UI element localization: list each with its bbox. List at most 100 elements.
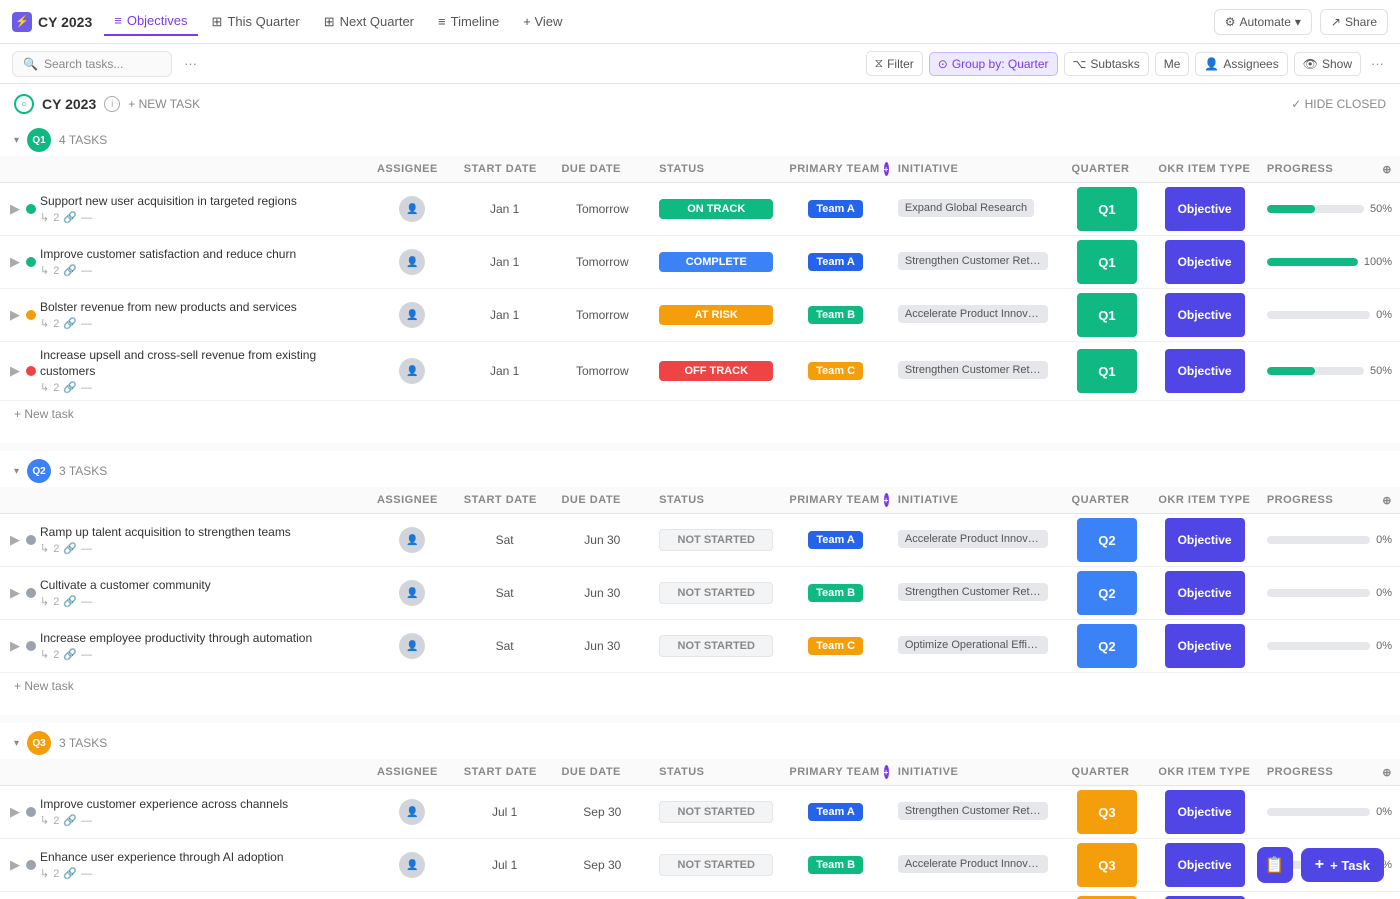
q1-add-task[interactable]: + New task: [0, 401, 1400, 427]
avatar[interactable]: 👤: [399, 580, 425, 606]
task-expand-icon[interactable]: ▶: [8, 639, 22, 653]
team-cell[interactable]: Team C: [781, 892, 890, 899]
team-cell[interactable]: Team A: [781, 786, 890, 839]
task-name[interactable]: Support new user acquisition in targeted…: [40, 194, 297, 210]
tab-timeline[interactable]: ≡ Timeline: [428, 8, 509, 35]
initiative-cell[interactable]: Accelerate Product Innovation: [890, 839, 1064, 892]
status-cell[interactable]: NOT STARTED: [651, 514, 781, 567]
start-date-cell[interactable]: Sat: [456, 567, 554, 620]
q2-add-task[interactable]: + New task: [0, 673, 1400, 699]
status-cell[interactable]: ON TRACK: [651, 183, 781, 236]
q3-toggle[interactable]: ▾: [14, 738, 19, 749]
toolbar-more-icon[interactable]: ···: [1367, 52, 1388, 75]
due-date-cell[interactable]: Jun 30: [553, 514, 651, 567]
avatar[interactable]: 👤: [399, 527, 425, 553]
add-column-icon[interactable]: ⊕: [1382, 163, 1392, 176]
task-name[interactable]: Ramp up talent acquisition to strengthen…: [40, 525, 291, 541]
initiative-cell[interactable]: Accelerate Product Innovation: [890, 514, 1064, 567]
link-icon[interactable]: 🔗: [63, 595, 77, 608]
assignee-cell[interactable]: 👤: [369, 892, 456, 899]
due-date-cell[interactable]: Tomorrow: [553, 342, 651, 401]
assignee-cell[interactable]: 👤: [369, 236, 456, 289]
status-cell[interactable]: NOT STARTED: [651, 620, 781, 673]
initiative-cell[interactable]: Expand Global Research: [890, 892, 1064, 899]
add-column-icon-q3[interactable]: ⊕: [1382, 766, 1392, 779]
link-icon[interactable]: 🔗: [63, 381, 77, 394]
assignee-cell[interactable]: 👤: [369, 839, 456, 892]
due-date-cell[interactable]: Sep 30: [553, 892, 651, 899]
start-date-cell[interactable]: Jul 1: [456, 839, 554, 892]
avatar[interactable]: 👤: [399, 633, 425, 659]
status-cell[interactable]: AT RISK: [651, 289, 781, 342]
initiative-cell[interactable]: Optimize Operational Efficien...: [890, 620, 1064, 673]
team-cell[interactable]: Team A: [781, 514, 890, 567]
assignee-cell[interactable]: 👤: [369, 620, 456, 673]
avatar[interactable]: 👤: [399, 249, 425, 275]
start-date-cell[interactable]: Jul 1: [456, 786, 554, 839]
task-name[interactable]: Increase employee productivity through a…: [40, 631, 312, 647]
initiative-cell[interactable]: Strengthen Customer Retenti...: [890, 236, 1064, 289]
group-by-button[interactable]: ⊙ Group by: Quarter: [929, 52, 1058, 76]
avatar[interactable]: 👤: [399, 302, 425, 328]
q1-toggle[interactable]: ▾: [14, 135, 19, 146]
initiative-cell[interactable]: Strengthen Customer Retenti...: [890, 342, 1064, 401]
new-task-button[interactable]: + NEW TASK: [128, 97, 200, 111]
assignee-cell[interactable]: 👤: [369, 514, 456, 567]
year-toggle-button[interactable]: ○: [14, 94, 34, 114]
assignee-cell[interactable]: 👤: [369, 567, 456, 620]
add-task-fab-button[interactable]: + + Task: [1301, 848, 1384, 882]
tab-next-quarter[interactable]: ⊞ Next Quarter: [314, 8, 424, 36]
filter-button[interactable]: ⧖ Filter: [866, 51, 923, 76]
team-cell[interactable]: Team C: [781, 342, 890, 401]
task-name[interactable]: Bolster revenue from new products and se…: [40, 300, 297, 316]
task-expand-icon[interactable]: ▶: [8, 533, 22, 547]
due-date-cell[interactable]: Jun 30: [553, 620, 651, 673]
avatar[interactable]: 👤: [399, 358, 425, 384]
link-icon[interactable]: 🔗: [63, 648, 77, 661]
share-button[interactable]: ↗ Share: [1320, 9, 1388, 35]
link-icon[interactable]: 🔗: [63, 264, 77, 277]
team-cell[interactable]: Team B: [781, 289, 890, 342]
start-date-cell[interactable]: Jan 1: [456, 342, 554, 401]
assignee-cell[interactable]: 👤: [369, 342, 456, 401]
status-cell[interactable]: NOT STARTED: [651, 786, 781, 839]
assignee-cell[interactable]: 👤: [369, 289, 456, 342]
task-name[interactable]: Improve customer experience across chann…: [40, 797, 288, 813]
task-expand-icon[interactable]: ▶: [8, 308, 22, 322]
team-cell[interactable]: Team A: [781, 236, 890, 289]
more-options-icon[interactable]: ···: [180, 52, 201, 75]
due-date-cell[interactable]: Tomorrow: [553, 183, 651, 236]
year-info-icon[interactable]: i: [104, 96, 120, 112]
me-button[interactable]: Me: [1155, 52, 1190, 76]
task-expand-icon[interactable]: ▶: [8, 805, 22, 819]
automate-button[interactable]: ⚙ Automate ▾: [1214, 9, 1312, 35]
due-date-cell[interactable]: Sep 30: [553, 786, 651, 839]
task-expand-icon[interactable]: ▶: [8, 364, 22, 378]
team-filter-dot[interactable]: +: [884, 162, 889, 176]
due-date-cell[interactable]: Sep 30: [553, 839, 651, 892]
task-name[interactable]: Enhance user experience through AI adopt…: [40, 850, 284, 866]
assignee-cell[interactable]: 👤: [369, 786, 456, 839]
tab-this-quarter[interactable]: ⊞ This Quarter: [202, 8, 310, 36]
assignees-button[interactable]: 👤 Assignees: [1195, 52, 1287, 76]
start-date-cell[interactable]: Sat: [456, 514, 554, 567]
team-filter-dot-q2[interactable]: +: [884, 493, 889, 507]
team-cell[interactable]: Team A: [781, 183, 890, 236]
status-cell[interactable]: NOT STARTED: [651, 892, 781, 899]
status-cell[interactable]: COMPLETE: [651, 236, 781, 289]
task-expand-icon[interactable]: ▶: [8, 586, 22, 600]
subtasks-button[interactable]: ⌥ Subtasks: [1064, 52, 1149, 76]
team-cell[interactable]: Team B: [781, 567, 890, 620]
q2-toggle[interactable]: ▾: [14, 466, 19, 477]
task-name[interactable]: Increase upsell and cross-sell revenue f…: [40, 348, 361, 379]
status-cell[interactable]: NOT STARTED: [651, 567, 781, 620]
link-icon[interactable]: 🔗: [63, 542, 77, 555]
team-cell[interactable]: Team C: [781, 620, 890, 673]
due-date-cell[interactable]: Tomorrow: [553, 236, 651, 289]
show-button[interactable]: 👁 Show: [1294, 52, 1361, 76]
task-name[interactable]: Cultivate a customer community: [40, 578, 211, 594]
tab-view[interactable]: + View: [513, 8, 572, 35]
initiative-cell[interactable]: Strengthen Customer Retenti...: [890, 567, 1064, 620]
start-date-cell[interactable]: Jan 1: [456, 289, 554, 342]
start-date-cell[interactable]: Jan 1: [456, 183, 554, 236]
